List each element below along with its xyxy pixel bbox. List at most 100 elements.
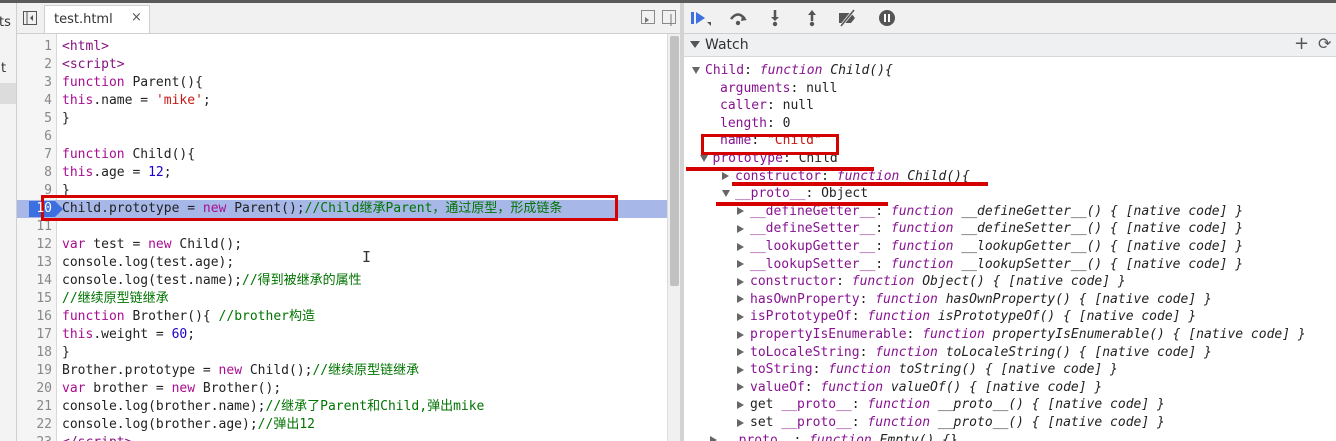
line-number[interactable]: 7 (17, 146, 52, 164)
code-line[interactable]: 12 var test = new Child(); (17, 236, 667, 254)
watch-tree-row[interactable]: __proto__: function Empty() {} (710, 432, 958, 441)
step-into-button[interactable] (764, 8, 786, 28)
collapsed-triangle-icon[interactable] (737, 400, 744, 409)
line-number[interactable]: 6 (17, 128, 52, 146)
watch-tree-row[interactable]: get __proto__: function __proto__() { [n… (737, 396, 1165, 414)
code-line[interactable]: 16 function Brother(){ //brother构造 (17, 308, 667, 326)
code-line[interactable]: 17 this.weight = 60; (17, 326, 667, 344)
watch-tree-row[interactable]: set __proto__: function __proto__() { [n… (737, 414, 1165, 432)
code-text: function Parent(){ (62, 75, 203, 90)
tab-close-icon[interactable]: × (131, 10, 142, 25)
code-line[interactable]: 15 //继续原型链继承 (17, 290, 667, 308)
watch-tree-row[interactable]: hasOwnProperty: function hasOwnProperty(… (737, 291, 1212, 309)
collapsed-triangle-icon[interactable] (737, 207, 744, 216)
code-line[interactable]: 14 console.log(test.name);//得到被继承的属性 (17, 272, 667, 290)
watch-tree-row[interactable]: caller: null (707, 97, 814, 115)
code-line[interactable]: 6 (17, 128, 667, 146)
code-line[interactable]: 3 function Parent(){ (17, 74, 667, 92)
line-number[interactable]: 16 (17, 308, 52, 326)
watch-section-header[interactable]: Watch + ⟳ (684, 33, 1336, 57)
watch-tree-row[interactable]: __lookupGetter__: function __lookupGette… (737, 238, 1243, 256)
line-number[interactable]: 21 (17, 398, 52, 416)
pause-on-exceptions-button[interactable] (876, 8, 898, 28)
watch-tree-row[interactable]: __proto__: Object (722, 185, 868, 203)
collapsed-triangle-icon[interactable] (737, 312, 744, 321)
toggle-navigator-button[interactable] (21, 9, 39, 27)
code-line[interactable]: 21 console.log(brother.name);//继承了Parent和… (17, 398, 667, 416)
code-line[interactable]: 19 Brother.prototype = new Child();//继续原型… (17, 362, 667, 380)
line-number[interactable]: 17 (17, 326, 52, 344)
expanded-triangle-icon[interactable] (722, 190, 730, 198)
code-line[interactable]: 2 <script> (17, 56, 667, 74)
tab-test-html[interactable]: test.html × (44, 5, 150, 33)
collapsed-triangle-icon[interactable] (737, 365, 744, 374)
watch-tree-row[interactable]: constructor: function Object() { [native… (737, 273, 1126, 291)
collapsed-triangle-icon[interactable] (737, 242, 744, 251)
line-number[interactable]: 18 (17, 344, 52, 362)
code-line[interactable]: 23 </script> (17, 434, 667, 441)
code-line[interactable]: 1 <html> (17, 38, 667, 56)
line-number[interactable]: 13 (17, 254, 52, 272)
watch-tree-row[interactable]: arguments: null (707, 80, 837, 98)
collapsed-triangle-icon[interactable] (737, 224, 744, 233)
collapsed-triangle-icon[interactable] (737, 330, 744, 339)
toggle-debugger-button[interactable] (662, 10, 676, 26)
collapsed-triangle-icon[interactable] (737, 383, 744, 392)
line-number[interactable]: 15 (17, 290, 52, 308)
watch-tree-row[interactable]: __lookupSetter__: function __lookupSette… (737, 256, 1243, 274)
code-line[interactable]: 5} (17, 110, 667, 128)
watch-tree-row[interactable]: valueOf: function valueOf() { [native co… (737, 379, 1102, 397)
pretty-print-button[interactable] (641, 10, 655, 24)
line-number[interactable]: 20 (17, 380, 52, 398)
step-out-button[interactable] (801, 8, 823, 28)
watch-tree-row[interactable]: propertyIsEnumerable: function propertyI… (737, 326, 1306, 344)
step-over-button[interactable] (727, 8, 749, 28)
code-line[interactable]: 7 function Child(){ (17, 146, 667, 164)
code-line[interactable]: 18} (17, 344, 667, 362)
navigator-selected-item[interactable] (0, 83, 16, 104)
collapse-triangle-icon[interactable] (690, 41, 700, 48)
add-watch-expression-icon[interactable]: + (1294, 33, 1309, 54)
watch-tree-row[interactable]: toLocaleString: function toLocaleString(… (737, 344, 1212, 362)
expanded-triangle-icon[interactable] (699, 155, 708, 162)
code-editor[interactable]: 1 <html> 2 <script> 3 function Parent(){ 4 this… (17, 34, 667, 441)
code-line[interactable]: 4 this.name = 'mike'; (17, 92, 667, 110)
expanded-triangle-icon[interactable] (692, 67, 700, 74)
watch-tree-row[interactable]: Child: function Child(){ (692, 62, 893, 80)
line-number[interactable]: 14 (17, 272, 52, 290)
collapsed-triangle-icon[interactable] (710, 436, 717, 441)
code-text: Brother.prototype = new Child();//继续原型链继… (62, 363, 420, 378)
collapsed-triangle-icon[interactable] (737, 260, 744, 269)
watch-tree-row[interactable]: toString: function toString() { [native … (737, 361, 1118, 379)
collapsed-triangle-icon[interactable] (737, 348, 744, 357)
editor-scrollbar-thumb[interactable] (670, 36, 679, 286)
line-number[interactable]: 12 (17, 236, 52, 254)
collapsed-triangle-icon[interactable] (737, 418, 744, 427)
line-number[interactable]: 1 (17, 38, 52, 56)
line-number[interactable]: 19 (17, 362, 52, 380)
line-number[interactable]: 8 (17, 164, 52, 182)
code-line[interactable]: 8 this.age = 12; (17, 164, 667, 182)
refresh-watch-icon[interactable]: ⟳ (1318, 34, 1331, 53)
watch-tree-row[interactable]: isPrototypeOf: function isPrototypeOf() … (737, 308, 1196, 326)
collapsed-triangle-icon[interactable] (737, 295, 744, 304)
annotation-underline-prototype (686, 167, 874, 171)
code-line[interactable]: 20 var brother = new Brother(); (17, 380, 667, 398)
editor-scrollbar[interactable] (667, 34, 681, 441)
watch-tree-row[interactable]: length: 0 (707, 115, 790, 133)
deactivate-breakpoints-button[interactable] (837, 8, 859, 28)
watch-tree-row[interactable]: __defineSetter__: function __defineSette… (737, 220, 1243, 238)
line-number[interactable]: 2 (17, 56, 52, 74)
line-number[interactable]: 5 (17, 110, 52, 128)
navigator-label-fragment: ts (0, 15, 11, 30)
line-number[interactable]: 4 (17, 92, 52, 110)
resume-button[interactable] (690, 8, 712, 28)
line-number[interactable]: 10 (17, 200, 52, 218)
line-number[interactable]: 23 (17, 434, 52, 441)
line-number[interactable]: 3 (17, 74, 52, 92)
code-line[interactable]: 13 console.log(test.age); (17, 254, 667, 272)
collapsed-triangle-icon[interactable] (737, 277, 744, 286)
line-number[interactable]: 22 (17, 416, 52, 434)
collapsed-triangle-icon[interactable] (722, 172, 729, 181)
code-line[interactable]: 22 console.log(brother.age);//弹出12 (17, 416, 667, 434)
